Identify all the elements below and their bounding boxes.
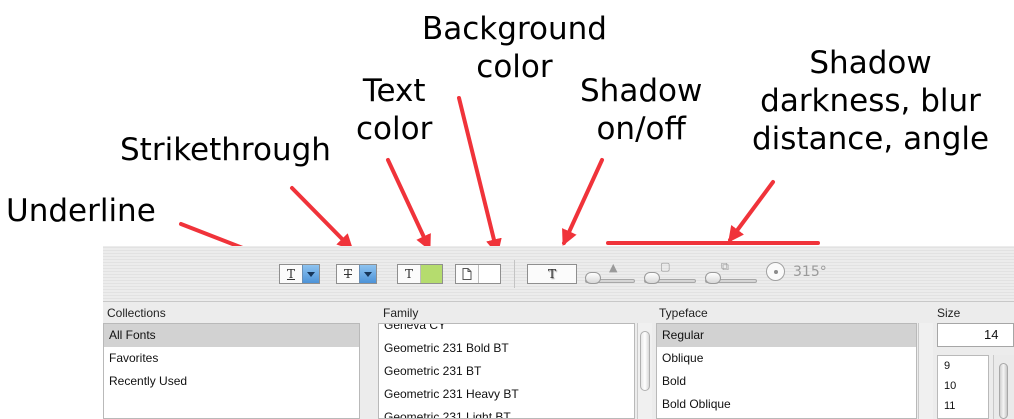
shadow-onoff-callout: Shadow on/off [580, 72, 702, 148]
shadow-onoff-callout-line2: on/off [596, 111, 686, 147]
size-item[interactable]: 11 [938, 396, 988, 416]
underline-icon: T [286, 267, 295, 281]
size-item[interactable]: 9 [938, 356, 988, 376]
document-icon [456, 265, 478, 283]
scrollbar-thumb[interactable] [999, 363, 1008, 419]
text-color-arrow [386, 158, 431, 251]
strikethrough-button[interactable]: T [336, 264, 377, 284]
family-item[interactable]: Geometric 231 Light BT [379, 406, 634, 418]
strikethrough-arrow [290, 186, 354, 251]
shadow-params-callout-line3: distance, angle [752, 121, 990, 157]
size-input[interactable]: 14 [937, 323, 1014, 347]
strikethrough-icon: T [343, 267, 352, 281]
background-color-button[interactable] [455, 264, 501, 284]
collections-list[interactable]: All Fonts Favorites Recently Used [103, 323, 360, 419]
shadow-onoff-arrow [562, 158, 604, 246]
family-list[interactable]: Geneva CY Geometric 231 Bold BT Geometri… [378, 323, 635, 419]
scrollbar-thumb[interactable] [640, 331, 650, 391]
text-color-callout-line1: Text [362, 73, 426, 109]
shadow-params-callout-line1: Shadow [809, 45, 932, 81]
toolbar-divider [514, 260, 515, 288]
shadow-darkness-icon: ▲ [609, 261, 618, 274]
family-scrollbar[interactable] [637, 323, 652, 419]
shadow-toggle-button[interactable]: T [527, 264, 577, 284]
text-color-callout: Text color [356, 72, 432, 148]
slider-knob[interactable] [705, 272, 721, 284]
family-item[interactable]: Geometric 231 Heavy BT [379, 383, 634, 406]
shadow-params-callout-line2: darkness, blur [760, 83, 981, 119]
strikethrough-menu-button[interactable] [359, 265, 376, 283]
shadow-params-arrow [728, 180, 775, 243]
family-item[interactable]: Geometric 231 Bold BT [379, 337, 634, 360]
text-color-button[interactable]: T [397, 264, 443, 284]
shadow-blur-slider[interactable] [644, 272, 696, 286]
family-item[interactable]: Geometric 231 BT [379, 360, 634, 383]
family-item[interactable]: Geneva CY [379, 324, 634, 337]
typeface-item-oblique[interactable]: Oblique [657, 347, 916, 370]
background-color-callout-line1: Background [422, 11, 607, 47]
underline-button[interactable]: T [279, 264, 320, 284]
font-panel: T T T T ▲ ▢ ⧉ 315° Collections Family Ty… [103, 246, 1014, 419]
typeface-header: Typeface [659, 306, 708, 320]
shadow-onoff-callout-line1: Shadow [580, 73, 703, 109]
chevron-down-icon [364, 271, 372, 277]
shadow-params-callout: Shadow darkness, blur distance, angle [752, 44, 989, 158]
text-color-icon: T [404, 267, 413, 281]
size-header: Size [937, 306, 961, 320]
typeface-scrollbar[interactable] [918, 323, 933, 419]
shadow-text-icon: T [547, 267, 556, 281]
size-item[interactable]: 10 [938, 376, 988, 396]
size-list[interactable]: 9 10 11 [937, 355, 989, 419]
typeface-item-bold-oblique[interactable]: Bold Oblique [657, 393, 916, 416]
collection-item-favorites[interactable]: Favorites [104, 347, 359, 370]
shadow-distance-icon: ⧉ [721, 260, 729, 273]
size-scrollbar[interactable] [993, 355, 1014, 419]
shadow-angle-dial[interactable] [766, 262, 785, 281]
family-header: Family [383, 306, 419, 320]
slider-knob[interactable] [644, 272, 660, 284]
text-color-callout-line2: color [356, 111, 433, 147]
shadow-darkness-slider[interactable] [585, 272, 635, 286]
typeface-item-bold[interactable]: Bold [657, 370, 916, 393]
shadow-blur-icon: ▢ [660, 260, 671, 273]
background-color-arrow [457, 96, 502, 256]
text-color-swatch [420, 265, 442, 283]
collection-item-all-fonts[interactable]: All Fonts [104, 324, 359, 347]
underline-callout: Underline [6, 193, 156, 229]
typeface-item-regular[interactable]: Regular [657, 324, 916, 347]
typeface-list[interactable]: Regular Oblique Bold Bold Oblique [656, 323, 917, 419]
background-color-swatch [478, 265, 500, 283]
dial-indicator [774, 270, 778, 274]
slider-knob[interactable] [585, 272, 601, 284]
chevron-down-icon [307, 271, 315, 277]
font-effects-toolbar: T T T T ▲ ▢ ⧉ 315° [103, 246, 1014, 302]
collections-header: Collections [107, 306, 166, 320]
collection-item-recently-used[interactable]: Recently Used [104, 370, 359, 393]
underline-menu-button[interactable] [302, 265, 319, 283]
shadow-distance-slider[interactable] [705, 272, 757, 286]
strikethrough-callout: Strikethrough [120, 132, 331, 168]
shadow-angle-value: 315° [793, 264, 827, 280]
